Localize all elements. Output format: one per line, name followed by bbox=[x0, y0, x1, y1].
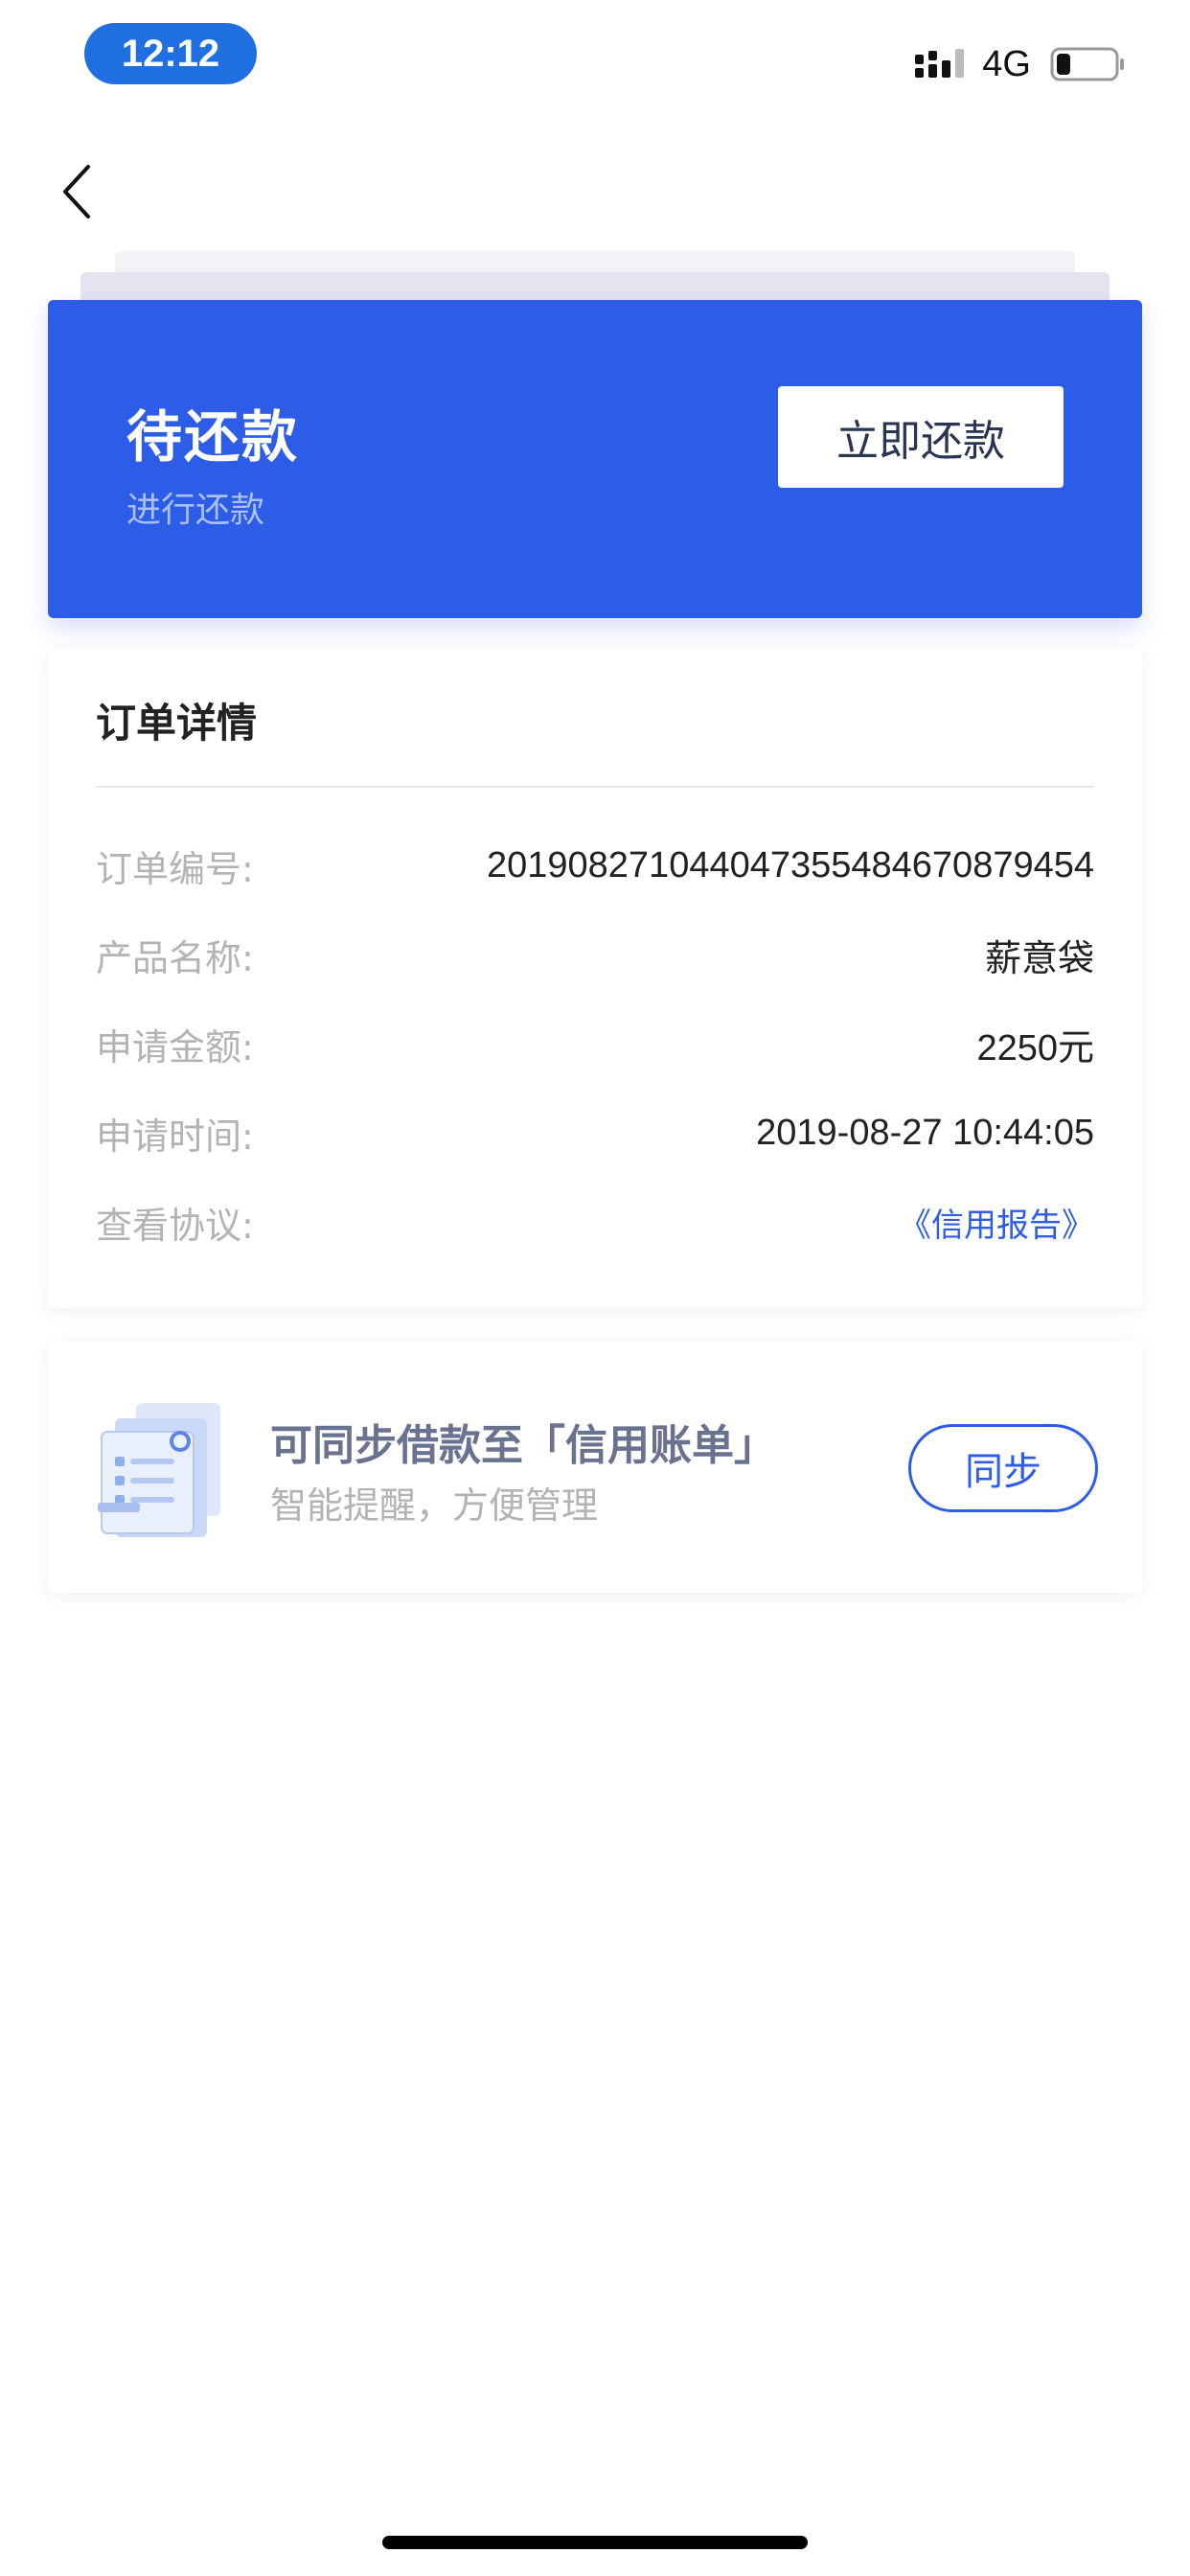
order-detail-page: 12:12 4G 待还款 进行还款 立即还款 订单详情 订单编号: 201908… bbox=[0, 0, 1190, 2576]
order-number-row: 订单编号: 201908271044047355484670879454 bbox=[96, 837, 1094, 894]
status-time: 12:12 bbox=[84, 23, 257, 84]
credit-report-link[interactable]: 《信用报告》 bbox=[899, 1199, 1094, 1246]
status-subtitle: 进行还款 bbox=[126, 491, 265, 530]
repay-now-button[interactable]: 立即还款 bbox=[778, 386, 1064, 488]
order-details-title: 订单详情 bbox=[96, 700, 258, 747]
sync-bill-card: 可同步借款至「信用账单」 智能提醒，方便管理 同步 bbox=[48, 1342, 1142, 1593]
status-bar: 12:12 4G bbox=[0, 0, 1190, 125]
sync-button[interactable]: 同步 bbox=[908, 1424, 1098, 1512]
order-details-card: 订单详情 订单编号: 20190827104404735548467087945… bbox=[48, 649, 1142, 1308]
apply-time-row: 申请时间: 2019-08-27 10:44:05 bbox=[96, 1104, 1094, 1162]
apply-time-value: 2019-08-27 10:44:05 bbox=[756, 1112, 1094, 1153]
order-number-label: 订单编号: bbox=[96, 847, 254, 890]
sync-subtitle: 智能提醒，方便管理 bbox=[270, 1484, 599, 1527]
amount-value: 2250元 bbox=[976, 1027, 1094, 1069]
status-indicators: 4G bbox=[915, 40, 1127, 88]
amount-label: 申请金额: bbox=[96, 1025, 254, 1069]
sync-title: 可同步借款至「信用账单」 bbox=[270, 1421, 776, 1470]
product-name-label: 产品名称: bbox=[96, 936, 254, 979]
bill-document-icon bbox=[98, 1403, 220, 1537]
product-name-value: 薪意袋 bbox=[984, 938, 1094, 979]
divider bbox=[96, 786, 1094, 788]
product-name-row: 产品名称: 薪意袋 bbox=[96, 926, 1094, 983]
network-type: 4G bbox=[982, 43, 1031, 84]
apply-time-label: 申请时间: bbox=[96, 1115, 254, 1158]
amount-row: 申请金额: 2250元 bbox=[96, 1015, 1094, 1072]
repayment-status-card: 待还款 进行还款 立即还款 bbox=[48, 300, 1142, 618]
battery-icon bbox=[1050, 47, 1124, 81]
cellular-signal-icon bbox=[915, 49, 965, 78]
back-button[interactable] bbox=[38, 153, 115, 230]
status-title: 待还款 bbox=[126, 404, 300, 470]
order-number-value: 201908271044047355484670879454 bbox=[486, 844, 1094, 886]
home-indicator[interactable] bbox=[382, 2536, 808, 2549]
agreement-row: 查看协议: 《信用报告》 bbox=[96, 1193, 1094, 1251]
chevron-left-icon bbox=[63, 165, 90, 218]
agreement-label: 查看协议: bbox=[96, 1204, 254, 1247]
